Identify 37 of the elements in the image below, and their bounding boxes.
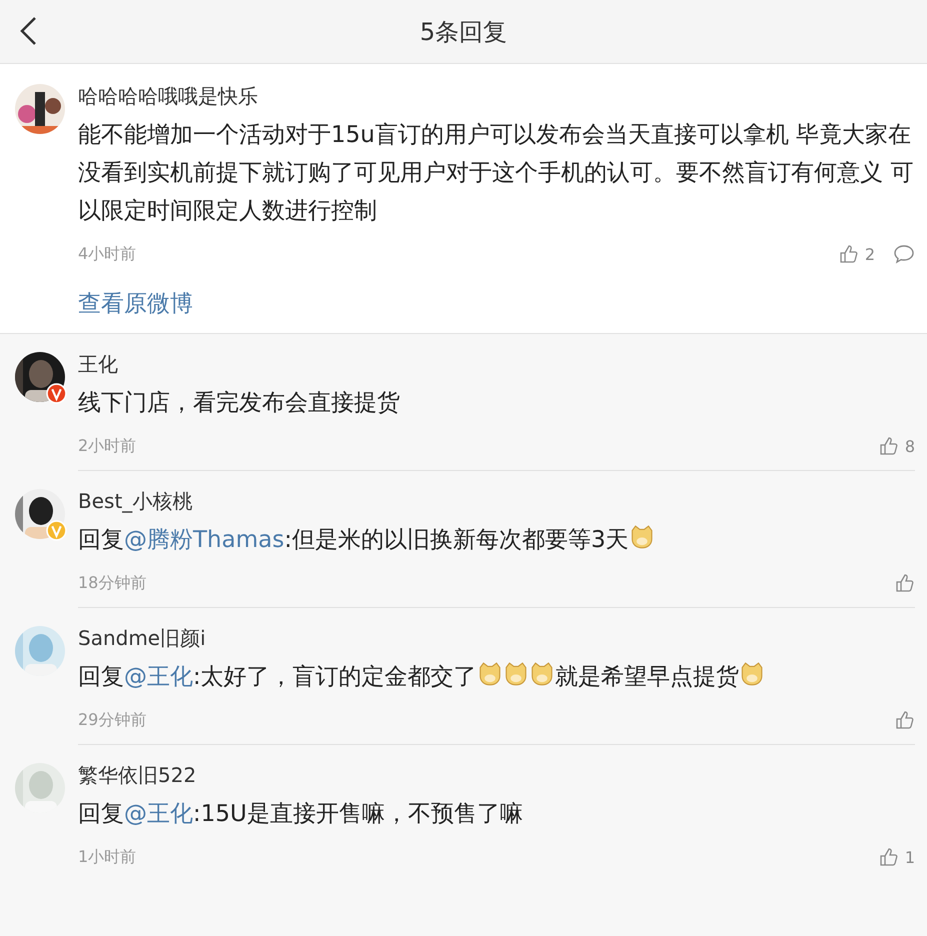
emoji-icon [738,661,765,687]
author-name: Best_小核桃 [78,489,192,513]
emoji-icon [476,661,503,687]
reply-text: 线下门店，看完发布会直接提货 [78,389,401,418]
author-name: 哈哈哈哈哦哦是快乐 [78,84,258,108]
author-name: 王化 [78,352,118,376]
author-name: Sandme旧颜i [78,626,206,650]
thumbs-up-icon [838,244,859,264]
emoji-icon [528,661,555,687]
reply-text: 回复@王化:太好了，盲订的定金都交了 就是希望早点提货 [78,658,915,696]
comment-text: 能不能增加一个活动对于15u盲订的用户可以发布会当天直接可以拿机 毕竟大家在没看到实机前提下就订购了可见用户对于这个手机的认可。要不然盲订有何意义 可以限定时间限定人数进行控制 [78,121,914,226]
timestamp: 2小时前 [78,436,138,456]
reply-text: 回复@腾粉Thamas:但是米的以旧换新每次都要等3天 [78,521,915,559]
comment-icon[interactable] [893,244,915,264]
mention-link[interactable]: @王化 [124,801,193,827]
thumbs-up-icon [878,847,899,867]
emoji-icon [502,661,529,687]
reply-text: 回复@王化:15U是直接开售嘛，不预售了嘛 [78,800,524,829]
timestamp: 4小时前 [78,244,138,264]
thumbs-up-icon [878,436,899,456]
back-icon [18,16,38,46]
like-button[interactable]: 1 [878,847,915,867]
view-original-link[interactable]: 查看原微博 [78,288,193,319]
thumbs-up-icon [895,710,915,730]
emoji-icon [628,524,655,550]
thumbs-up-icon [895,573,915,593]
like-button[interactable]: 2 [838,244,875,264]
timestamp: 29分钟前 [78,710,148,730]
author-name: 繁华依旧522 [78,763,196,787]
mention-link[interactable]: @腾粉Thamas [124,527,284,553]
like-button[interactable]: 8 [878,436,915,456]
timestamp: 1小时前 [78,846,138,868]
page-title: 5条回复 [420,16,508,48]
mention-link[interactable]: @王化 [124,664,193,690]
timestamp: 18分钟前 [78,572,148,594]
like-button[interactable] [895,573,915,593]
like-button[interactable] [895,710,915,730]
